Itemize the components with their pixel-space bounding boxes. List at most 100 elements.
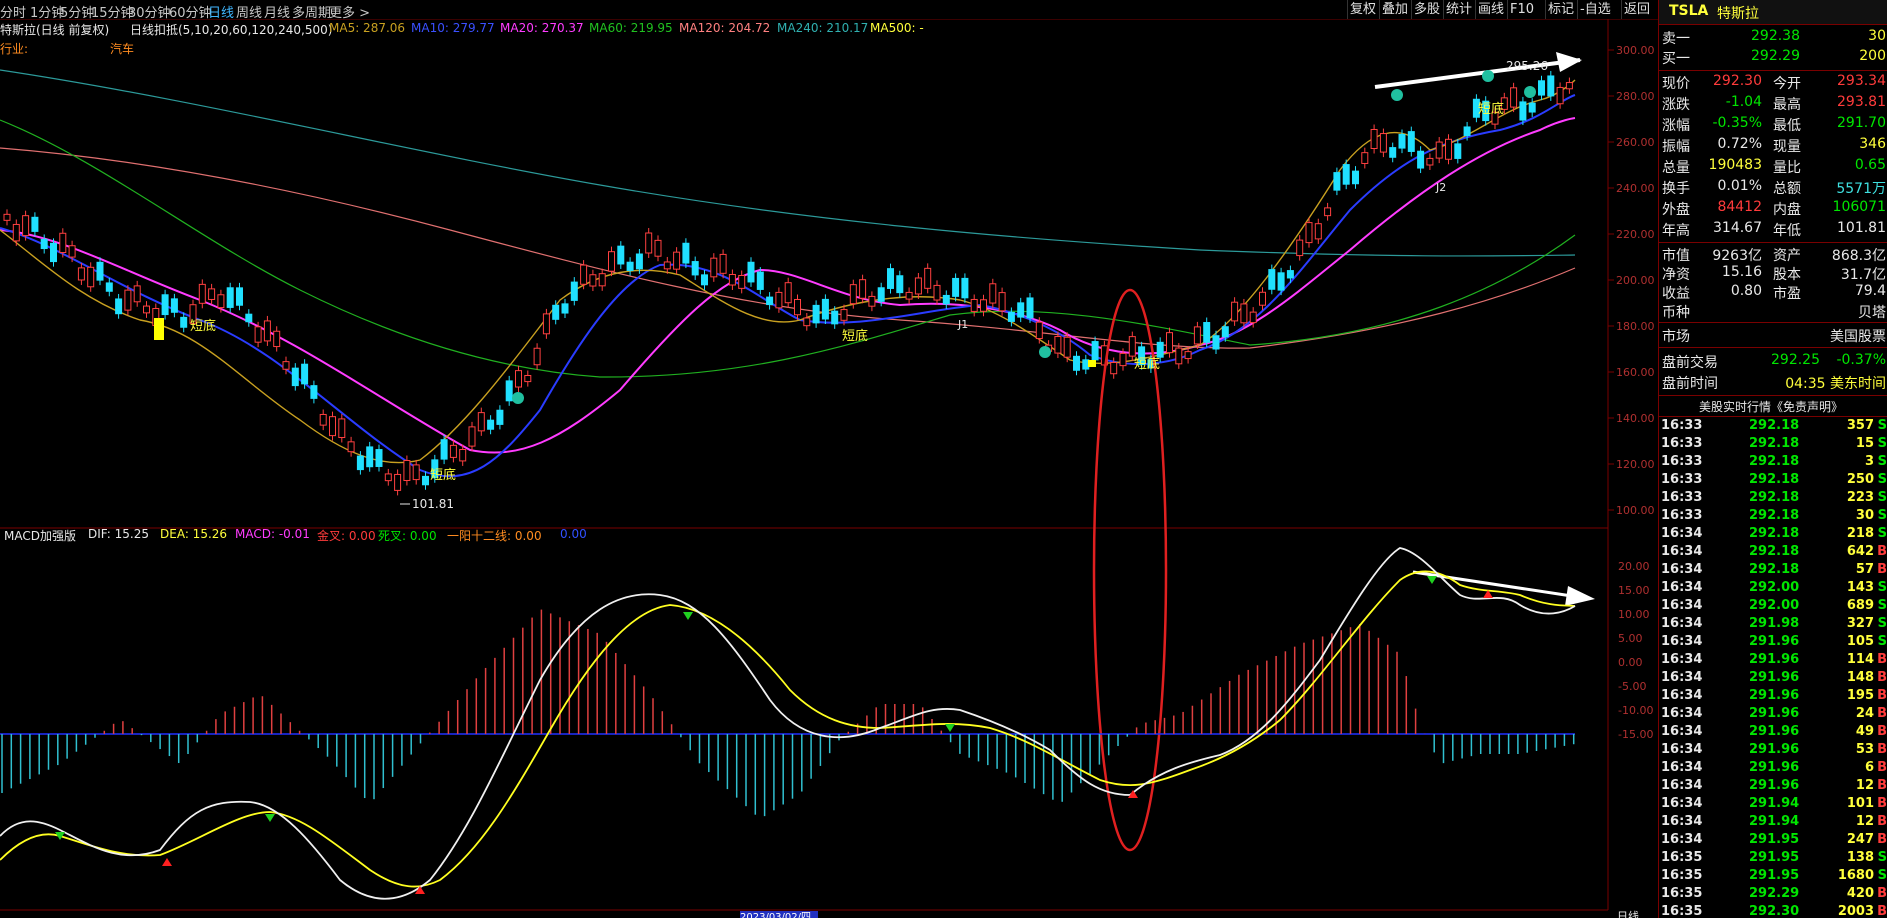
candle [115, 298, 123, 315]
quote-label: 现价 [1662, 76, 1690, 92]
candle [1445, 138, 1452, 160]
candle [663, 261, 671, 270]
price-axis-label: 280.00 [1616, 90, 1655, 103]
candle [1547, 75, 1555, 97]
tick-row: 16:35 291.95 1680 S [1659, 868, 1887, 886]
candle [998, 292, 1006, 312]
fundamental-row: 币种 贝塔 [1659, 301, 1887, 321]
candle [961, 277, 969, 299]
tick-volume: 6 [1864, 760, 1874, 775]
candle [59, 232, 67, 253]
tick-side: B [1877, 670, 1887, 685]
tick-side: B [1877, 760, 1887, 775]
price-axis-label: 260.00 [1616, 136, 1655, 149]
candle [821, 298, 829, 320]
candle [449, 444, 457, 458]
quote-label: 量比 [1773, 160, 1801, 176]
tick-row: 16:33 292.18 30 S [1659, 508, 1887, 526]
candle [589, 274, 597, 287]
tick-volume: 250 [1846, 472, 1874, 487]
tick-side: B [1877, 796, 1887, 811]
candle [1389, 147, 1397, 158]
candle [384, 473, 392, 482]
premarket-time-row: 盘前时间 04:35 美东时间 [1659, 372, 1887, 392]
candle [1249, 311, 1257, 324]
candle [831, 310, 839, 325]
candle [3, 213, 11, 221]
tick-volume: 3 [1864, 454, 1874, 469]
candle [440, 439, 448, 460]
tick-time: 16:34 [1661, 760, 1703, 775]
yiyang-value: 一阳十二线: 0.00 [447, 529, 542, 543]
tick-side: B [1877, 742, 1887, 757]
candle [887, 268, 894, 289]
candle [329, 416, 336, 437]
macd-title: MACD加强版 [4, 529, 76, 543]
tick-time: 16:34 [1661, 670, 1703, 685]
candle [980, 299, 987, 312]
candle [161, 294, 169, 316]
quote-value: 293.34 [1837, 73, 1886, 89]
candle [87, 266, 95, 288]
tick-volume: 327 [1846, 616, 1874, 631]
tick-side: S [1877, 868, 1887, 883]
tick-volume: 53 [1855, 742, 1874, 757]
short-bottom-label-3: 短底 [842, 328, 868, 344]
tick-time: 16:34 [1661, 544, 1703, 559]
tick-price: 291.96 [1749, 652, 1800, 667]
candle [310, 385, 318, 399]
tick-price: 291.95 [1749, 850, 1800, 865]
divider [1659, 416, 1887, 417]
tick-time: 16:34 [1661, 598, 1703, 613]
disclaimer-text[interactable]: 美股实时行情《免责声明》 [1699, 398, 1843, 415]
quote-value: 291.70 [1837, 115, 1886, 131]
quote-label: 涨跌 [1662, 97, 1690, 113]
quote-value: 106071 [1832, 199, 1886, 215]
tick-price: 292.29 [1749, 886, 1800, 901]
tick-row: 16:33 292.18 250 S [1659, 472, 1887, 490]
golden-cross-value: 金叉: 0.00 [317, 529, 376, 543]
candle [756, 271, 764, 290]
tick-row: 16:33 292.18 223 S [1659, 490, 1887, 508]
quote-value: 84412 [1717, 199, 1762, 215]
tick-side: S [1877, 634, 1887, 649]
quote-label: 涨幅 [1662, 118, 1690, 134]
fundamental-row: 净资 15.16 股本 31.7亿 [1659, 263, 1887, 283]
candle [505, 380, 513, 402]
candle [1454, 143, 1462, 159]
quote-value: 101.81 [1837, 220, 1886, 236]
premarket-time-label: 盘前时间 [1662, 376, 1718, 392]
candle [143, 305, 150, 314]
tick-price: 291.96 [1749, 742, 1800, 757]
candle [226, 287, 234, 308]
candle [952, 277, 960, 297]
tick-side: S [1877, 454, 1887, 469]
candle [40, 238, 48, 250]
candle [840, 309, 848, 321]
price-axis-label: 240.00 [1616, 182, 1655, 195]
candle [728, 273, 736, 286]
tick-volume: 138 [1846, 850, 1874, 865]
candle [1063, 336, 1071, 358]
tick-price: 292.18 [1749, 472, 1800, 487]
quote-row: 涨幅 -0.35% 最低 291.70 [1659, 114, 1887, 134]
tick-row: 16:34 291.98 327 S [1659, 616, 1887, 634]
quote-value: 293.81 [1837, 94, 1886, 110]
candle [1119, 352, 1127, 367]
candle [1538, 80, 1545, 96]
tick-time: 16:34 [1661, 652, 1703, 667]
tick-row: 16:35 292.30 2003 B [1659, 904, 1887, 918]
macd-axis-label: 5.00 [1618, 632, 1643, 645]
candle [133, 285, 141, 303]
candle [1305, 222, 1313, 244]
tick-row: 16:33 292.18 3 S [1659, 454, 1887, 472]
tick-volume: 49 [1855, 724, 1874, 739]
candle [905, 291, 913, 300]
candle [812, 304, 820, 324]
candle [673, 251, 681, 270]
tick-side: S [1877, 490, 1887, 505]
disclaimer-link[interactable]: 美股实时行情《免责声明》 [1659, 397, 1887, 417]
tick-row: 16:33 292.18 15 S [1659, 436, 1887, 454]
tick-volume: 247 [1846, 832, 1874, 847]
candle [942, 294, 950, 305]
